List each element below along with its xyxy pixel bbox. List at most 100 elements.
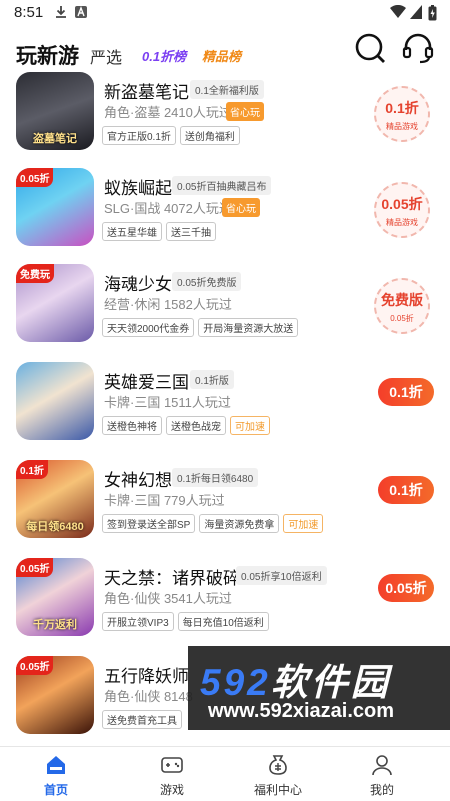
- bottom-tab-games[interactable]: 游戏: [116, 747, 228, 801]
- stamp-sub: 0.05折: [390, 314, 414, 323]
- home-icon: [44, 753, 68, 777]
- game-title: 蚁族崛起: [104, 179, 172, 198]
- game-cover: 0.1折 每日领6480: [16, 460, 94, 538]
- chip: 海量资源免费拿: [199, 514, 280, 533]
- stamp-value: 0.1折: [385, 100, 419, 116]
- wifi-icon: [390, 4, 406, 24]
- discount-button[interactable]: 0.05折: [378, 574, 434, 602]
- user-icon: [370, 753, 394, 777]
- search-icon[interactable]: [352, 30, 388, 66]
- game-chips: 官方正版0.1折 送创角福利: [102, 126, 240, 145]
- game-meta: 卡牌·三国 1511人玩过: [104, 395, 231, 410]
- cover-text: 每日领6480: [26, 521, 84, 533]
- cover-text: 盗墓笔记: [33, 133, 77, 145]
- tab-discount-rank[interactable]: 0.1折榜: [142, 46, 186, 65]
- discount-stamp: 0.1折 精品游戏: [374, 86, 430, 142]
- game-chips: 签到登录送全部SP 海量资源免费拿 可加速: [102, 514, 324, 533]
- game-title: 英雄爱三国: [104, 373, 189, 392]
- game-tag: 0.1全新福利版: [190, 80, 264, 99]
- watermark-logo: 592软件园 www.592xiazai.com: [188, 646, 450, 730]
- game-tag: 0.1折版: [190, 370, 234, 389]
- game-meta: 卡牌·三国 779人玩过: [104, 493, 225, 508]
- stamp-sub: 精品游戏: [386, 218, 418, 227]
- cover-text: 千万返利: [33, 619, 77, 631]
- status-time: 8:51: [14, 4, 44, 21]
- game-title: 天之禁：诸界破碎: [104, 569, 240, 588]
- status-bar: 8:51: [0, 0, 450, 26]
- chip: 可加速: [283, 514, 324, 533]
- game-row[interactable]: 英雄爱三国 0.1折版 卡牌·三国 1511人玩过 送橙色神将 送橙色战宠 可加…: [0, 362, 450, 460]
- chip: 开局海量资源大放送: [198, 318, 299, 337]
- game-meta: 角色·仙侠 8148: [104, 689, 193, 704]
- watermark-number: 592: [200, 662, 271, 703]
- game-cover: [16, 362, 94, 440]
- game-tag: 0.05折免费版: [172, 272, 242, 291]
- game-chips: 天天领2000代金券 开局海量资源大放送: [102, 318, 299, 337]
- discount-button[interactable]: 0.1折: [378, 378, 434, 406]
- game-chips: 送五星华雄 送三千抽: [102, 222, 216, 241]
- game-title: 五行降妖师: [104, 667, 189, 686]
- game-row[interactable]: 免费玩 海魂少女 0.05折免费版 经营·休闲 1582人玩过 天天领2000代…: [0, 264, 450, 362]
- game-tag: 0.05折百抽典藏吕布: [172, 176, 272, 195]
- discount-button[interactable]: 0.1折: [378, 476, 434, 504]
- game-chips: 送橙色神将 送橙色战宠 可加速: [102, 416, 270, 435]
- game-chips: 送免费首充工具: [102, 710, 182, 729]
- game-tag: 0.1折每日领6480: [172, 468, 259, 487]
- game-row[interactable]: 盗墓笔记 新盗墓笔记 0.1全新福利版 角色·盗墓 2410人玩过 省心玩 官方…: [0, 72, 450, 170]
- tab-new-games[interactable]: 玩新游: [16, 40, 79, 70]
- chip: 送免费首充工具: [102, 710, 182, 729]
- discount-stamp: 0.05折 精品游戏: [374, 182, 430, 238]
- chip: 每日充值10倍返利: [177, 612, 269, 631]
- bottom-tab-welfare[interactable]: 福利中心: [222, 747, 334, 801]
- game-cover: 免费玩: [16, 264, 94, 342]
- game-row[interactable]: 0.05折 千万返利 天之禁：诸界破碎 0.05折享10倍返利 角色·仙侠 35…: [0, 558, 450, 656]
- chip: 送橙色神将: [102, 416, 162, 435]
- bottom-tab-home[interactable]: 首页: [0, 747, 112, 801]
- headset-icon[interactable]: [400, 30, 436, 66]
- game-meta: 经营·休闲 1582人玩过: [104, 297, 232, 312]
- chip: 送创角福利: [179, 126, 240, 145]
- bottom-tab-label: 福利中心: [253, 783, 302, 797]
- watermark-title: 592软件园: [200, 652, 391, 706]
- watermark-cn: 软件园: [270, 662, 391, 703]
- bottom-tab-mine[interactable]: 我的: [326, 747, 438, 801]
- money-bag-icon: [266, 753, 290, 777]
- cover-badge: 免费玩: [16, 264, 54, 283]
- watermark-url: www.592xiazai.com: [208, 700, 395, 722]
- bottom-tab-label: 我的: [369, 783, 394, 797]
- chip: 官方正版0.1折: [102, 126, 176, 145]
- game-title: 新盗墓笔记: [104, 83, 189, 102]
- game-list: 盗墓笔记 新盗墓笔记 0.1全新福利版 角色·盗墓 2410人玩过 省心玩 官方…: [0, 70, 450, 746]
- cover-badge: 0.1折: [16, 460, 48, 479]
- battery-icon: [428, 5, 437, 26]
- stamp-value: 免费版: [381, 292, 423, 308]
- game-meta: 角色·盗墓 2410人玩过: [104, 105, 232, 120]
- chip: 签到登录送全部SP: [102, 514, 196, 533]
- stamp-sub: 精品游戏: [386, 122, 418, 131]
- gamepad-icon: [160, 753, 184, 777]
- tab-premium-rank[interactable]: 精品榜: [202, 46, 241, 65]
- game-cover: 0.05折: [16, 656, 94, 734]
- chip: 天天领2000代金券: [102, 318, 195, 337]
- game-meta: SLG·国战 4072人玩过: [104, 201, 232, 216]
- cover-badge: 0.05折: [16, 558, 54, 577]
- cover-badge: 0.05折: [16, 168, 54, 187]
- game-row[interactable]: 0.1折 每日领6480 女神幻想 0.1折每日领6480 卡牌·三国 779人…: [0, 460, 450, 558]
- bottom-tab-label: 首页: [43, 783, 68, 797]
- game-row[interactable]: 0.05折 蚁族崛起 0.05折百抽典藏吕布 SLG·国战 4072人玩过 省心…: [0, 168, 450, 266]
- tab-selected[interactable]: 严选: [90, 44, 122, 68]
- game-title: 海魂少女: [104, 275, 172, 294]
- signal-icon: [410, 5, 422, 24]
- cover-badge: 0.05折: [16, 656, 54, 675]
- download-icon: [54, 5, 68, 24]
- game-cover: 0.05折: [16, 168, 94, 246]
- a-notification-icon: [74, 5, 88, 24]
- chip: 送三千抽: [166, 222, 216, 241]
- sheng-badge: 省心玩: [222, 198, 260, 217]
- game-cover: 盗墓笔记: [16, 72, 94, 150]
- chip: 送橙色战宠: [166, 416, 226, 435]
- discount-stamp: 免费版 0.05折: [374, 278, 430, 334]
- chip: 送五星华雄: [102, 222, 162, 241]
- game-cover: 0.05折 千万返利: [16, 558, 94, 636]
- chip: 可加速: [230, 416, 270, 435]
